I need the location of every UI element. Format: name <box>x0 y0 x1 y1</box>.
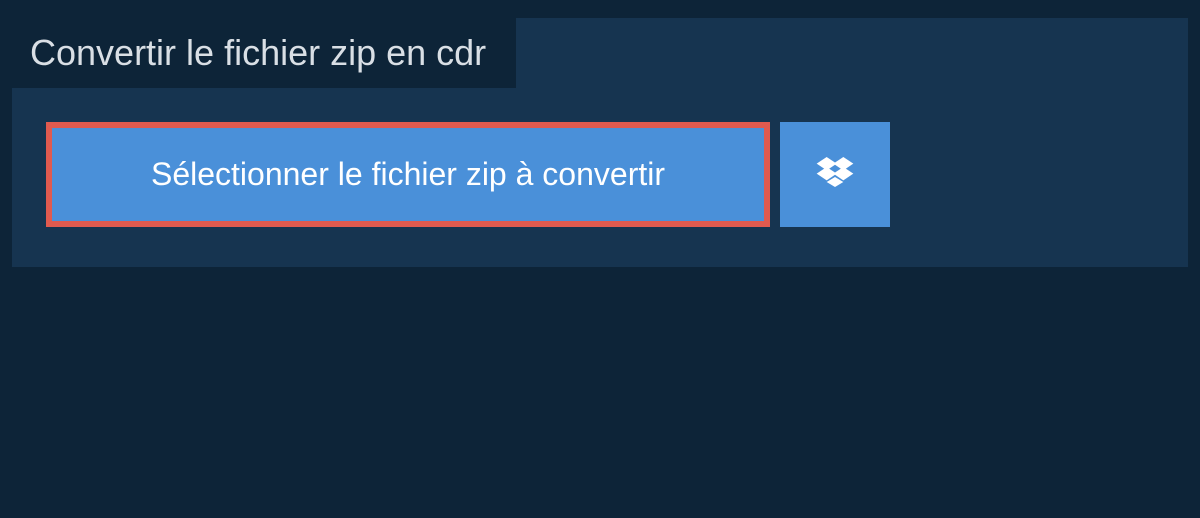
converter-panel: Convertir le fichier zip en cdr Sélectio… <box>12 18 1188 267</box>
button-row: Sélectionner le fichier zip à convertir <box>46 122 890 227</box>
dropbox-button[interactable] <box>780 122 890 227</box>
select-file-button[interactable]: Sélectionner le fichier zip à convertir <box>46 122 770 227</box>
page-title: Convertir le fichier zip en cdr <box>12 18 516 88</box>
dropbox-icon <box>815 152 855 197</box>
